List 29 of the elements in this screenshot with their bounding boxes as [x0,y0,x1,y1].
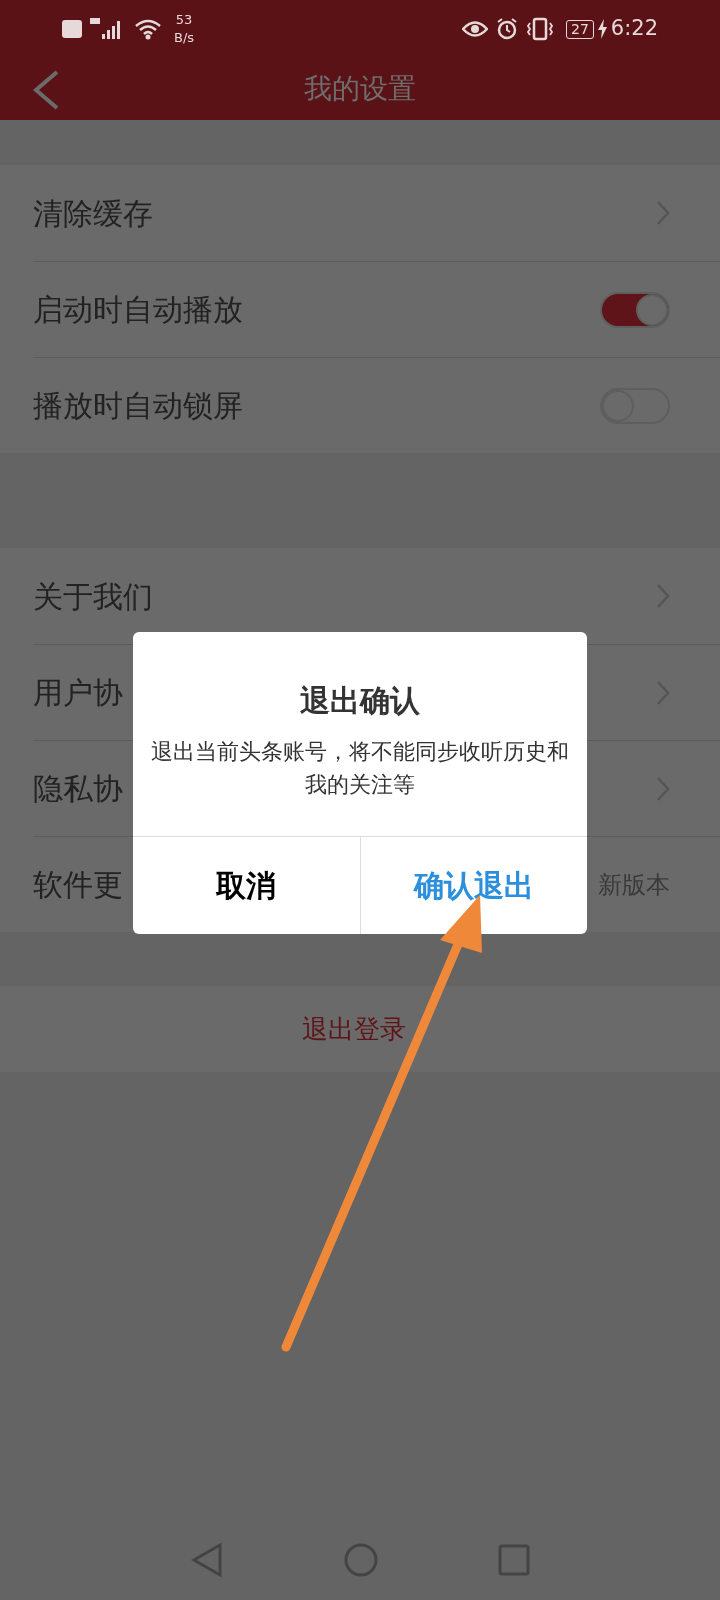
alarm-clock-icon [496,18,518,40]
cancel-button[interactable]: 取消 [133,837,360,934]
toggle-switch[interactable] [600,291,670,328]
battery-icon: 27 [566,19,594,39]
settings-row[interactable]: 播放时自动锁屏 [33,357,720,453]
back-icon[interactable] [189,1542,224,1578]
vibrate-icon [526,17,554,41]
row-label: 隐私协 [33,770,123,808]
net-speed-unit: B/s [174,29,195,47]
page-title: 我的设置 [304,71,416,107]
settings-row[interactable]: 清除缓存 [33,165,720,261]
settings-row[interactable]: 关于我们 [33,548,720,644]
row-label: 播放时自动锁屏 [33,387,243,425]
dialog-title: 退出确认 [300,682,420,720]
dialog-message: 退出当前头条账号，将不能同步收听历史和我的关注等 [150,738,570,799]
logout-button[interactable]: 退出登录 [0,986,720,1072]
wifi-icon [134,18,162,40]
row-label: 清除缓存 [33,194,153,233]
net-speed: 53 [175,11,193,29]
eye-icon [462,20,488,38]
row-label: 用户协 [33,674,123,712]
clock-time: 6:22 [610,15,658,43]
recent-apps-icon[interactable] [498,1544,531,1576]
row-label: 软件更 [33,866,123,904]
home-icon[interactable] [343,1542,379,1578]
settings-row[interactable]: 启动时自动播放 [33,261,720,357]
row-label: 关于我们 [33,577,153,616]
row-label: 启动时自动播放 [33,291,243,329]
charging-icon [597,19,607,39]
